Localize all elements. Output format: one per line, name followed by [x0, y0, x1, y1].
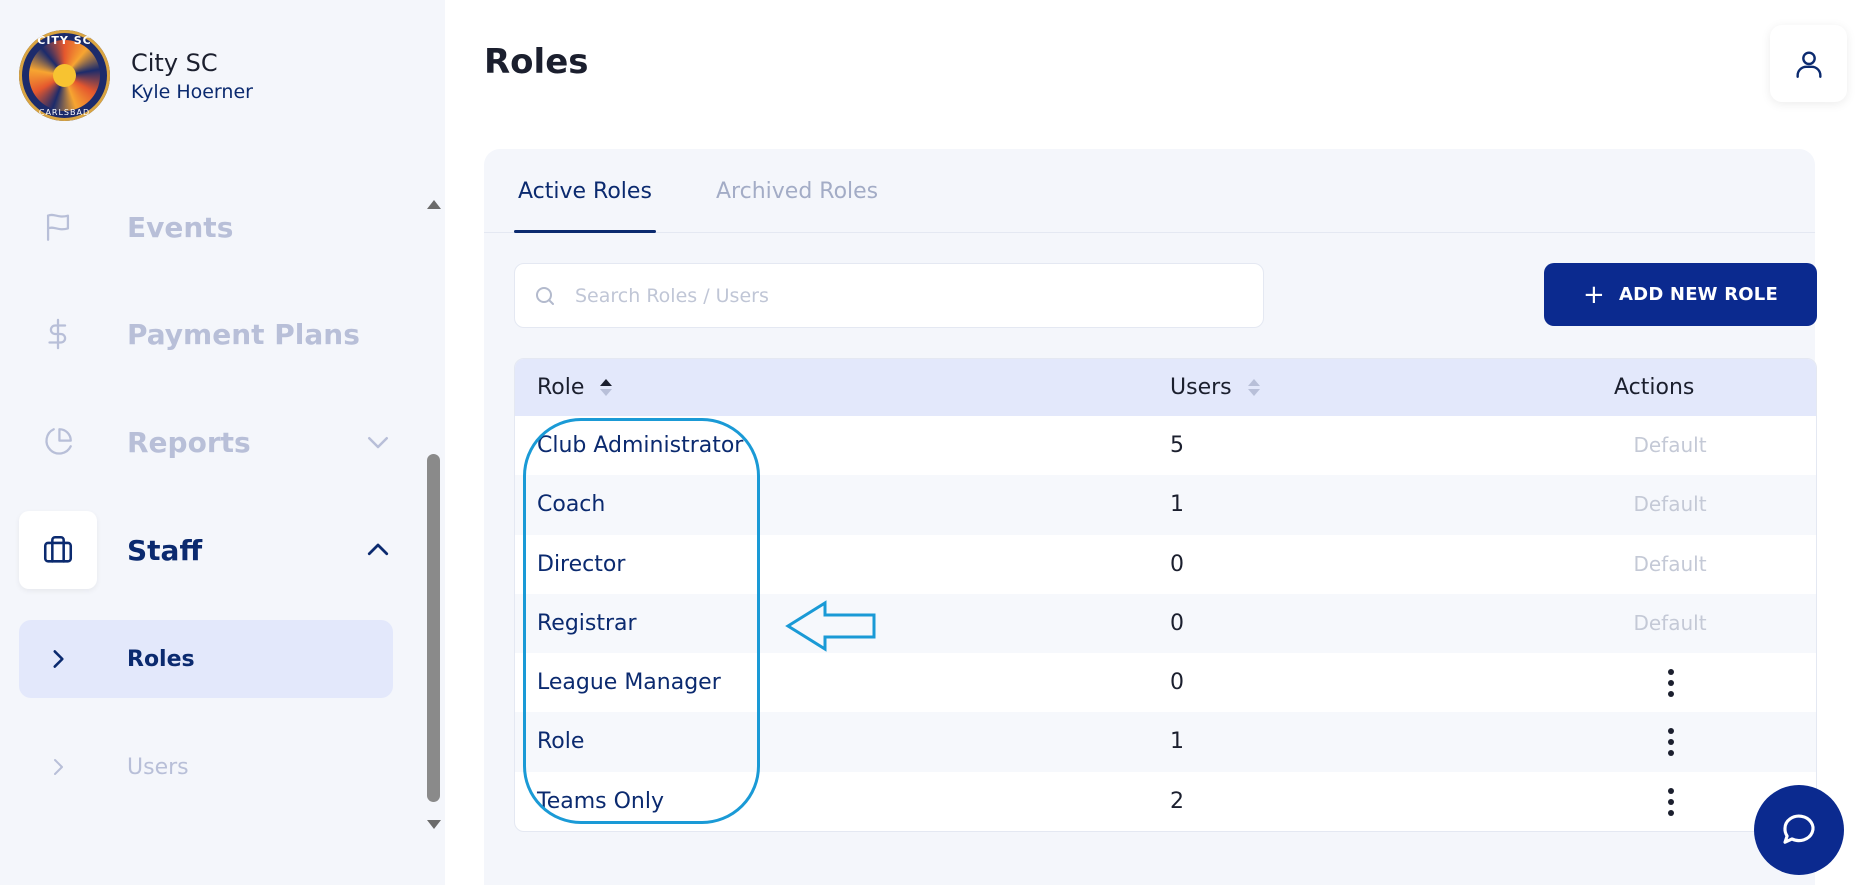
role-name-link[interactable]: Role — [537, 729, 584, 754]
user-count: 2 — [1170, 788, 1184, 814]
scroll-up-arrow[interactable] — [427, 200, 441, 209]
more-vertical-icon[interactable] — [1659, 666, 1683, 700]
role-name-link[interactable]: Registrar — [537, 611, 637, 636]
search-input[interactable] — [575, 284, 1215, 307]
chat-support-button[interactable] — [1754, 785, 1844, 875]
search-box[interactable] — [514, 263, 1264, 328]
user-count: 0 — [1170, 610, 1184, 636]
table-row: Registrar 0 Default — [515, 593, 1816, 654]
default-label: Default — [1633, 610, 1707, 635]
dollar-icon — [19, 295, 97, 373]
sidebar-item-label: Staff — [127, 533, 203, 567]
user-icon — [1795, 50, 1822, 78]
tab-bar: Active Roles Archived Roles — [484, 149, 1815, 233]
sidebar-item-label: Reports — [127, 425, 251, 459]
more-vertical-icon[interactable] — [1659, 785, 1683, 819]
sidebar-subitem-roles[interactable]: Roles — [19, 620, 393, 698]
user-count: 5 — [1170, 433, 1184, 458]
more-vertical-icon[interactable] — [1659, 725, 1683, 759]
sidebar-subitem-users[interactable]: Users — [19, 728, 393, 806]
sort-icon[interactable] — [600, 379, 613, 396]
sidebar-item-label: Payment Plans — [127, 317, 360, 351]
annotation-arrow-icon — [785, 600, 876, 652]
roles-panel: Active Roles Archived Roles + ADD NEW RO… — [484, 149, 1817, 885]
tab-archived-roles[interactable]: Archived Roles — [716, 179, 878, 204]
user-count: 1 — [1170, 492, 1184, 518]
chat-bubble-icon — [1783, 814, 1815, 844]
chevron-down-icon[interactable] — [363, 427, 393, 457]
role-name-link[interactable]: Club Administrator — [537, 433, 743, 458]
column-header-users[interactable]: Users — [1170, 375, 1260, 400]
table-row: Teams Only 2 — [515, 772, 1816, 831]
role-name-link[interactable]: Teams Only — [537, 789, 664, 814]
tab-active-roles[interactable]: Active Roles — [518, 179, 652, 204]
column-header-actions: Actions — [1614, 375, 1695, 400]
briefcase-icon — [19, 511, 97, 589]
sidebar-subitem-label: Roles — [127, 646, 195, 672]
sidebar-item-events[interactable]: Events — [19, 188, 393, 266]
sidebar-scrollbar[interactable] — [422, 188, 446, 833]
table-row: Role 1 — [515, 712, 1816, 772]
default-label: Default — [1633, 551, 1707, 576]
role-name-link[interactable]: League Manager — [537, 670, 721, 695]
chevron-up-icon[interactable] — [363, 535, 393, 565]
table-row: League Manager 0 — [515, 653, 1816, 712]
user-name: Kyle Hoerner — [131, 80, 253, 103]
sidebar-item-label: Events — [127, 210, 234, 244]
scroll-down-arrow[interactable] — [427, 820, 441, 829]
add-new-role-label: ADD NEW ROLE — [1619, 284, 1778, 305]
default-label: Default — [1633, 492, 1707, 517]
user-count: 1 — [1170, 729, 1184, 755]
club-logo: CITY SC CARLSBAD — [19, 30, 110, 121]
table-header: Role Users Actions — [515, 359, 1816, 416]
column-header-role[interactable]: Role — [537, 375, 613, 400]
scroll-thumb[interactable] — [427, 454, 440, 802]
sidebar: CITY SC CARLSBAD City SC Kyle Hoerner Ev… — [0, 0, 445, 885]
pie-chart-icon — [19, 403, 97, 481]
user-count: 0 — [1170, 670, 1184, 696]
page-title: Roles — [484, 42, 589, 82]
table-row: Club Administrator 5 Default — [515, 416, 1816, 475]
role-name-link[interactable]: Director — [537, 552, 625, 577]
table-row: Director 0 Default — [515, 535, 1816, 594]
role-name-link[interactable]: Coach — [537, 492, 605, 517]
user-count: 0 — [1170, 551, 1184, 577]
profile-button[interactable] — [1770, 25, 1847, 102]
plus-icon: + — [1583, 279, 1606, 310]
default-label: Default — [1633, 433, 1707, 457]
sidebar-item-payment-plans[interactable]: Payment Plans — [19, 295, 393, 373]
sidebar-item-staff[interactable]: Staff — [19, 511, 393, 589]
sidebar-item-reports[interactable]: Reports — [19, 403, 393, 481]
search-icon — [536, 286, 554, 305]
roles-table: Role Users Actions Club Administrator 5 … — [514, 358, 1817, 833]
sidebar-subitem-label: Users — [127, 754, 189, 780]
flag-icon — [19, 188, 97, 266]
add-new-role-button[interactable]: + ADD NEW ROLE — [1544, 263, 1817, 326]
sort-icon[interactable] — [1247, 379, 1260, 396]
table-body: Club Administrator 5 Default Coach 1 Def… — [515, 416, 1816, 831]
club-header: CITY SC CARLSBAD City SC Kyle Hoerner — [19, 30, 253, 121]
active-tab-indicator — [514, 230, 656, 233]
club-name: City SC — [131, 48, 218, 77]
chevron-right-icon — [19, 646, 97, 672]
chevron-right-icon — [19, 755, 97, 779]
table-row: Coach 1 Default — [515, 475, 1816, 535]
